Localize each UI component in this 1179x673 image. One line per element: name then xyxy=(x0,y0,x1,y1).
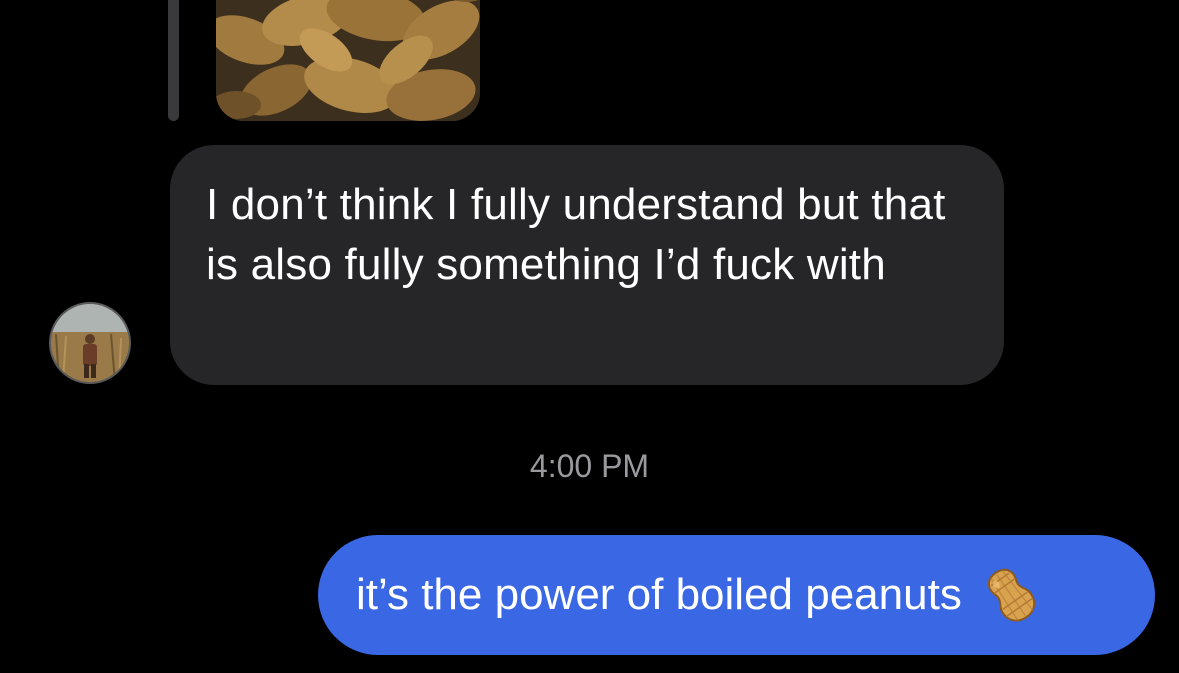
reply-indicator-bar xyxy=(168,0,179,121)
sent-message-text: it’s the power of boiled peanuts xyxy=(356,570,962,619)
message-timestamp: 4:00 PM xyxy=(529,448,650,484)
peanut-photo-image xyxy=(216,0,480,121)
received-message-text: I don’t think I fully understand but tha… xyxy=(206,180,946,289)
boiled-peanuts-photo[interactable] xyxy=(216,0,480,121)
peanut-emoji xyxy=(987,568,1035,622)
sent-message-bubble[interactable]: it’s the power of boiled peanuts xyxy=(318,535,1155,655)
avatar-photo xyxy=(51,304,129,382)
contact-avatar[interactable] xyxy=(49,302,131,384)
received-message-bubble[interactable]: I don’t think I fully understand but tha… xyxy=(170,145,1004,385)
